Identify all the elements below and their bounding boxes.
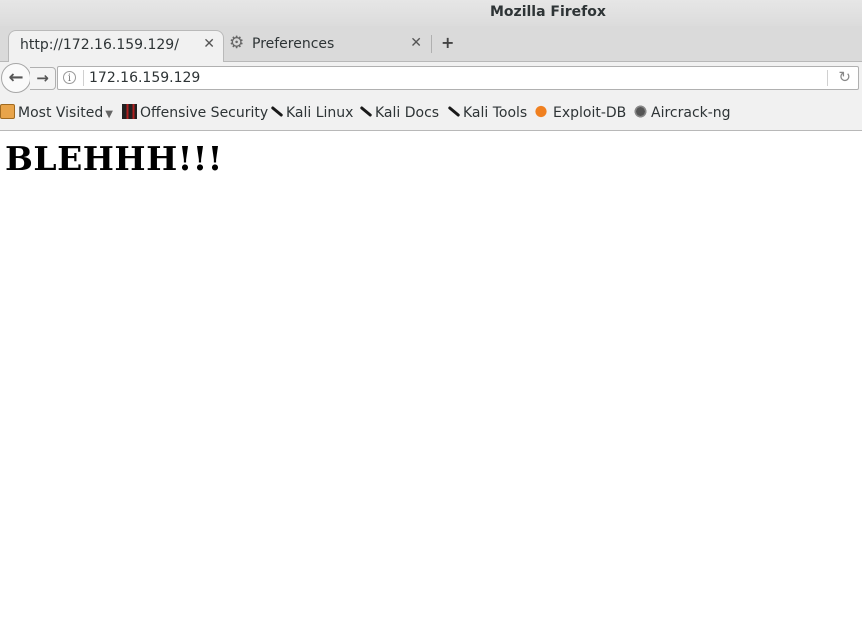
- bookmark-label: Exploit-DB: [553, 105, 627, 121]
- exploit-db-icon: [535, 104, 550, 119]
- window-title: Mozilla Firefox: [490, 4, 606, 20]
- tab-close-icon[interactable]: ✕: [203, 36, 215, 52]
- tab-close-icon[interactable]: ✕: [410, 35, 422, 51]
- offensive-security-icon: [122, 104, 137, 119]
- tab-separator: [431, 35, 432, 53]
- tab-label: http://172.16.159.129/: [20, 37, 179, 53]
- site-info-icon[interactable]: i: [63, 71, 76, 84]
- chevron-down-icon: ▼: [105, 109, 113, 120]
- reload-divider: [827, 70, 828, 86]
- bookmark-kali-docs[interactable]: Kali Docs: [357, 104, 439, 121]
- new-tab-button[interactable]: +: [441, 33, 454, 52]
- bookmark-kali-linux[interactable]: Kali Linux: [268, 104, 353, 121]
- tab-label: Preferences: [252, 36, 335, 52]
- aircrack-icon: [633, 104, 648, 119]
- bookmark-label: Kali Tools: [463, 105, 528, 121]
- url-divider: [83, 70, 84, 86]
- gear-icon: ⚙: [229, 33, 245, 53]
- bookmarks-toolbar: Most Visited ▼ Offensive Security Kali Li…: [0, 94, 862, 131]
- page-heading: BLEHHH!!!: [5, 139, 223, 178]
- forward-button[interactable]: →: [30, 67, 56, 90]
- kali-dragon-icon: [445, 104, 460, 119]
- url-text[interactable]: 172.16.159.129: [89, 70, 200, 86]
- back-button[interactable]: ←: [1, 63, 31, 93]
- navigation-toolbar: ← → i 172.16.159.129 ↻: [0, 62, 862, 94]
- bookmark-label: Kali Linux: [286, 105, 354, 121]
- page-content: BLEHHH!!!: [0, 131, 862, 626]
- kali-dragon-icon: [357, 104, 372, 119]
- bookmark-label: Kali Docs: [375, 105, 440, 121]
- bookmark-exploit-db[interactable]: Exploit-DB: [535, 104, 626, 121]
- window-titlebar: Mozilla Firefox: [0, 0, 862, 26]
- bookmark-most-visited[interactable]: Most Visited ▼: [0, 104, 113, 121]
- bookmark-label: Offensive Security: [140, 105, 269, 121]
- bookmark-aircrack-ng[interactable]: Aircrack-ng: [633, 104, 731, 121]
- url-bar[interactable]: i 172.16.159.129 ↻: [57, 66, 859, 90]
- bookmark-label: Most Visited: [18, 105, 104, 121]
- folder-icon: [0, 104, 15, 119]
- bookmark-offensive-security[interactable]: Offensive Security: [122, 104, 268, 121]
- bookmark-kali-tools[interactable]: Kali Tools: [445, 104, 527, 121]
- kali-dragon-icon: [268, 104, 283, 119]
- tab-current-page[interactable]: http://172.16.159.129/ ✕: [8, 30, 224, 62]
- bookmark-label: Aircrack-ng: [651, 105, 731, 121]
- reload-icon[interactable]: ↻: [838, 68, 851, 86]
- tab-preferences[interactable]: ⚙ Preferences ✕: [226, 30, 430, 62]
